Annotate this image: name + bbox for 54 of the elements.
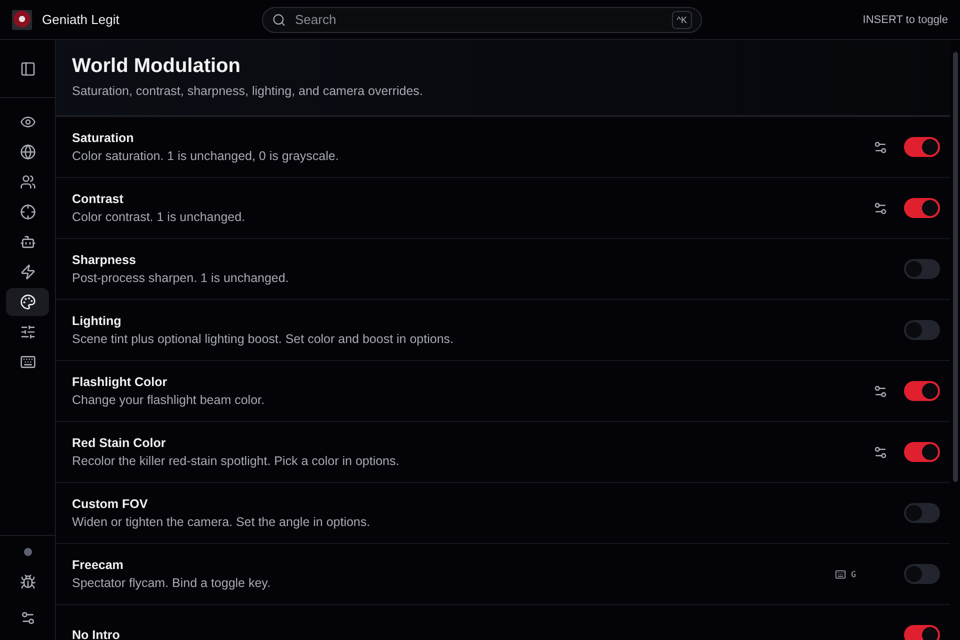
palette-icon xyxy=(20,294,36,310)
toggle-switch[interactable] xyxy=(904,259,940,279)
options-button[interactable] xyxy=(873,200,888,216)
setting-title: Red Stain Color xyxy=(72,436,167,450)
app-name: Geniath Legit xyxy=(42,12,120,27)
status-dot xyxy=(24,548,32,556)
shortcut-key: ^K xyxy=(672,10,692,28)
page-title: World Modulation xyxy=(72,55,242,78)
scrollbar-thumb[interactable] xyxy=(952,52,958,482)
setting-title: Saturation xyxy=(72,131,135,145)
setting-description: Recolor the killer red-stain spotlight. Pick a color in options. xyxy=(72,454,400,468)
toggle-hint: INSERT to toggle xyxy=(862,14,948,26)
crosshair-icon xyxy=(20,204,36,220)
users-icon xyxy=(20,174,36,190)
toggle-switch[interactable] xyxy=(904,381,940,401)
options-button[interactable] xyxy=(873,444,888,460)
keyboard-icon xyxy=(20,354,36,370)
keyboard-icon xyxy=(835,568,846,580)
setting-title: Sharpness xyxy=(72,253,137,267)
setting-title: Contrast xyxy=(72,192,124,206)
toggle-switch[interactable] xyxy=(904,320,940,340)
setting-title: No Intro xyxy=(72,628,121,640)
setting-description: Widen or tighten the camera. Set the angle in options. xyxy=(72,515,372,529)
toggle-switch[interactable] xyxy=(904,564,940,584)
setting-description: Post-process sharpen. 1 is unchanged. xyxy=(72,271,290,285)
toggle-switch[interactable] xyxy=(904,625,940,640)
lightning-icon xyxy=(20,264,36,280)
app-logo xyxy=(12,10,32,30)
settings-icon xyxy=(20,610,36,626)
search-icon xyxy=(272,12,286,26)
setting-description: Spectator flycam. Bind a toggle key. xyxy=(72,576,272,590)
setting-title: Lighting xyxy=(72,314,122,328)
toggle-switch[interactable] xyxy=(904,442,940,462)
setting-description: Scene tint plus optional lighting boost. Set color and boost in options. xyxy=(72,332,455,346)
panel-icon xyxy=(20,60,36,76)
eye-icon xyxy=(20,114,36,130)
keybind-label[interactable]: G xyxy=(851,570,856,578)
toggle-switch[interactable] xyxy=(904,503,940,523)
toggle-switch[interactable] xyxy=(904,198,940,218)
setting-title: Flashlight Color xyxy=(72,375,168,389)
options-button[interactable] xyxy=(873,384,888,398)
setting-title: Freecam xyxy=(72,558,124,572)
toggle-switch[interactable] xyxy=(904,137,940,157)
setting-description: Color contrast. 1 is unchanged. xyxy=(72,210,246,224)
bug-icon xyxy=(20,574,36,590)
setting-title: Custom FOV xyxy=(72,497,149,511)
sidebar-item[interactable] xyxy=(6,288,49,316)
options-button[interactable] xyxy=(873,140,888,154)
setting-description: Change your flashlight beam color. xyxy=(72,393,266,407)
globe-icon xyxy=(20,144,36,160)
page-subtitle: Saturation, contrast, sharpness, lighting, and camera overrides. xyxy=(72,84,424,98)
setting-description: Color saturation. 1 is unchanged, 0 is grayscale. xyxy=(72,149,340,163)
sliders-icon xyxy=(20,324,36,340)
robot-icon xyxy=(20,234,36,250)
